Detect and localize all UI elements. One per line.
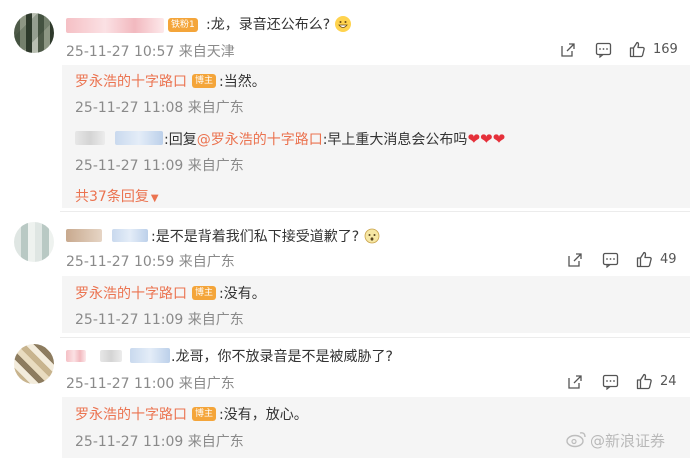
comment-meta: 25-11-27 11:00 来自广东 (66, 376, 235, 392)
comment-icon[interactable] (595, 42, 612, 62)
like-count: 49 (660, 252, 677, 267)
reply-meta: 25-11-27 11:09 来自广东 (75, 312, 244, 328)
username-blurred[interactable] (66, 18, 164, 33)
comment-meta: 25-11-27 10:59 来自广东 (66, 254, 235, 270)
username-blurred[interactable] (66, 350, 86, 362)
heart-emoji-icon: ❤❤❤ (467, 130, 506, 148)
blogger-badge: 博主 (192, 74, 217, 88)
avatar[interactable] (14, 13, 54, 53)
reply-meta: 25-11-27 11:09 来自广东 (75, 158, 244, 174)
comment-text: :龙，录音还公布么? (206, 14, 351, 34)
divider (60, 337, 690, 338)
blogger-badge: 博主 (192, 286, 217, 300)
username-blurred[interactable] (112, 229, 148, 242)
comment-text: .龙哥，你不放录音是不是被威胁了? (171, 349, 393, 365)
like-count: 24 (660, 374, 677, 389)
comment-icon[interactable] (602, 252, 619, 272)
like-icon[interactable] (636, 251, 653, 272)
divider (60, 211, 690, 212)
comment-icon[interactable] (602, 374, 619, 394)
blogger-badge: 博主 (192, 407, 217, 421)
watermark: @新浪证券 (590, 432, 666, 450)
username-blurred[interactable] (100, 350, 122, 362)
surprised-emoji-icon (364, 228, 380, 248)
reply-text: :回复@罗永浩的十字路口:早上重大消息会公布吗❤❤❤ (164, 130, 506, 148)
grin-emoji-icon (334, 16, 351, 32)
username-blurred[interactable] (75, 131, 105, 145)
more-replies-link[interactable]: 共37条回复 ▼ (75, 186, 159, 206)
like-icon[interactable] (629, 41, 646, 62)
avatar[interactable] (14, 344, 54, 384)
reply-text: :没有。 (219, 286, 266, 302)
reply-author[interactable]: 罗永浩的十字路口 (75, 71, 187, 91)
reply-author[interactable]: 罗永浩的十字路口 (75, 283, 187, 303)
avatar[interactable] (14, 222, 54, 262)
reply-meta: 25-11-27 11:09 来自广东 (75, 434, 244, 450)
reply-text: :没有，放心。 (219, 407, 308, 423)
reply-author[interactable]: 罗永浩的十字路口 (75, 404, 187, 424)
username-blurred[interactable] (130, 348, 170, 363)
share-icon[interactable] (567, 374, 583, 394)
weibo-logo-icon (566, 430, 588, 452)
fan-badge: 铁粉1 (168, 18, 198, 32)
share-icon[interactable] (567, 252, 583, 272)
like-count: 169 (653, 42, 678, 57)
username-blurred[interactable] (66, 229, 102, 242)
username-blurred[interactable] (115, 131, 163, 145)
comment-meta: 25-11-27 10:57 来自天津 (66, 44, 235, 60)
share-icon[interactable] (560, 42, 576, 62)
reply-text: :当然。 (219, 74, 266, 90)
mention-link[interactable]: @罗永浩的十字路口 (197, 132, 323, 148)
caret-down-icon: ▼ (150, 193, 159, 204)
comment-text: :是不是背着我们私下接受道歉了? (151, 226, 380, 248)
reply-meta: 25-11-27 11:08 来自广东 (75, 100, 244, 116)
like-icon[interactable] (636, 373, 653, 394)
